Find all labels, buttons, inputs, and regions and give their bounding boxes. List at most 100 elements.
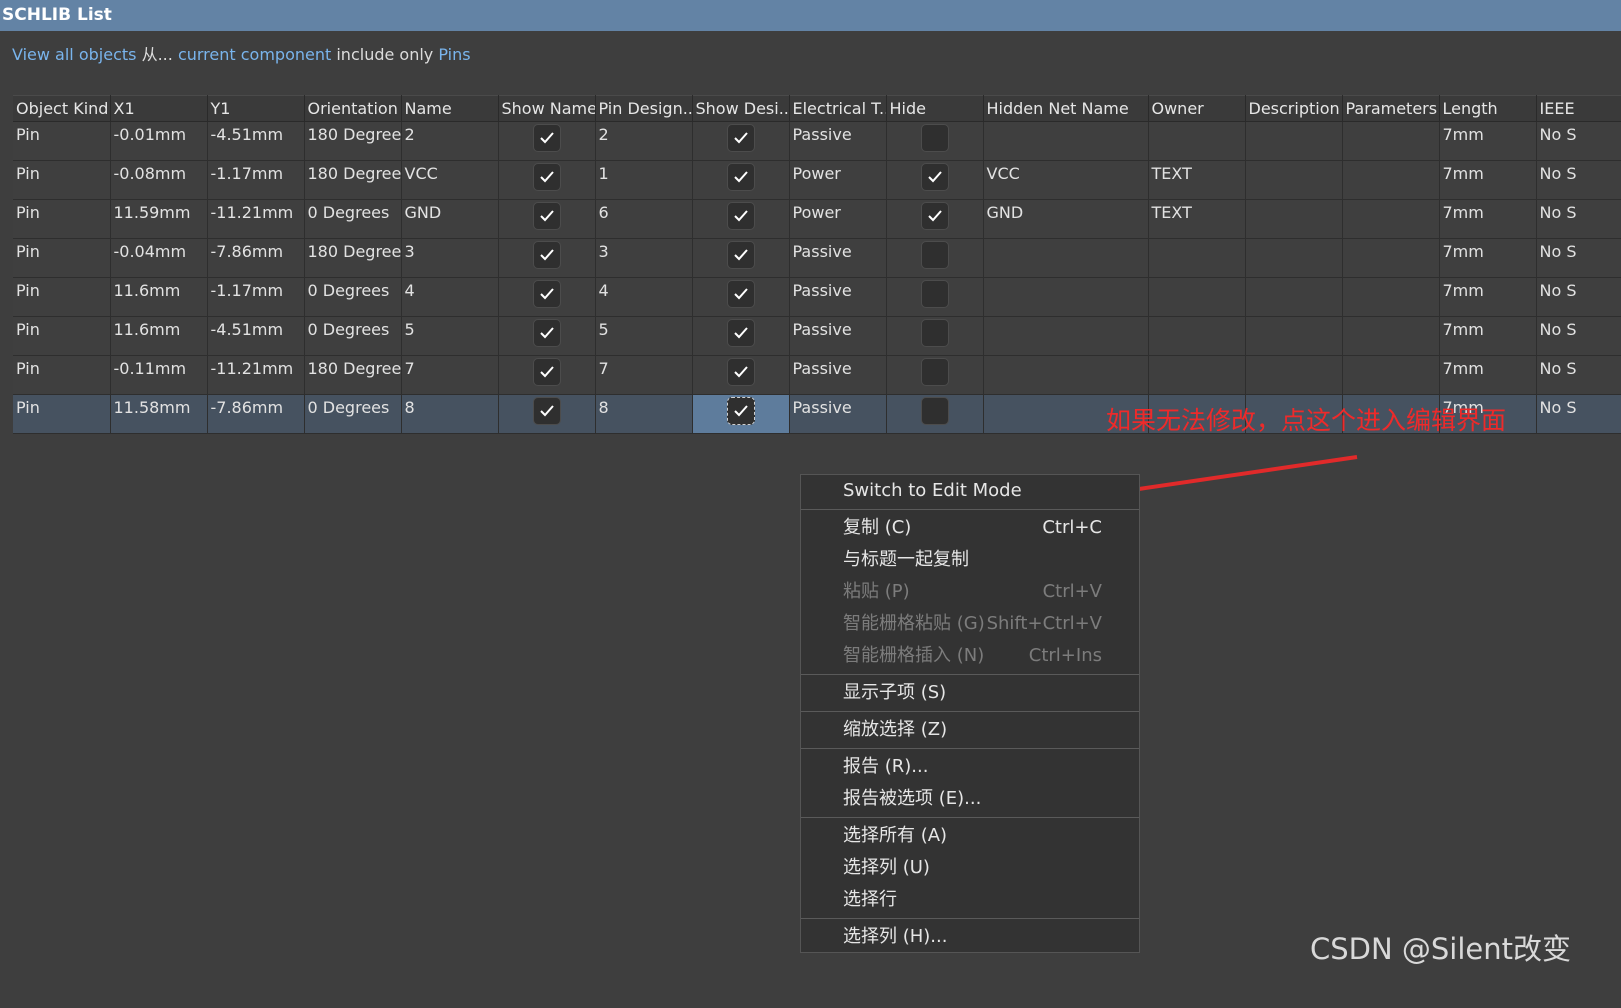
- cell-name[interactable]: VCC: [401, 160, 499, 200]
- checkbox[interactable]: [726, 358, 755, 386]
- column-header[interactable]: Electrical T...: [789, 95, 887, 122]
- menu-item[interactable]: 选择所有 (A): [801, 820, 1139, 852]
- checkbox[interactable]: [532, 280, 561, 308]
- cell-x1[interactable]: -0.01mm: [110, 121, 208, 161]
- checkbox[interactable]: [920, 124, 949, 152]
- cell-ieee[interactable]: No S: [1536, 121, 1621, 161]
- cell-description[interactable]: [1245, 316, 1343, 356]
- menu-item[interactable]: Switch to Edit Mode: [801, 475, 1139, 507]
- cell-show-name[interactable]: [498, 355, 596, 395]
- cell-owner[interactable]: [1148, 355, 1246, 395]
- cell-electrical[interactable]: Passive: [789, 394, 887, 434]
- cell-parameters[interactable]: [1342, 199, 1440, 239]
- cell-hide[interactable]: [886, 355, 984, 395]
- cell-length[interactable]: 7mm: [1439, 121, 1537, 161]
- cell-ieee[interactable]: No S: [1536, 160, 1621, 200]
- cell-kind[interactable]: Pin: [13, 394, 111, 434]
- cell-electrical[interactable]: Power: [789, 160, 887, 200]
- cell-show-name[interactable]: [498, 394, 596, 434]
- cell-kind[interactable]: Pin: [13, 238, 111, 278]
- column-header[interactable]: Name: [401, 95, 499, 122]
- cell-show-designator[interactable]: [692, 199, 790, 239]
- checkbox[interactable]: [532, 319, 561, 347]
- cell-parameters[interactable]: [1342, 121, 1440, 161]
- cell-description[interactable]: [1245, 121, 1343, 161]
- table-row[interactable]: Pin -0.11mm -11.21mm 180 Degrees 7 7 Passive 7m…: [13, 355, 1621, 395]
- cell-designator[interactable]: 6: [595, 199, 693, 239]
- menu-item[interactable]: 选择列 (H)...: [801, 921, 1139, 953]
- cell-y1[interactable]: -4.51mm: [207, 316, 305, 356]
- cell-show-name[interactable]: [498, 199, 596, 239]
- table-row[interactable]: Pin -0.01mm -4.51mm 180 Degrees 2 2 Passive 7mm…: [13, 121, 1621, 161]
- cell-designator[interactable]: 5: [595, 316, 693, 356]
- menu-item[interactable]: 复制 (C) Ctrl+C: [801, 512, 1139, 544]
- cell-hide[interactable]: [886, 316, 984, 356]
- cell-ieee[interactable]: No S: [1536, 238, 1621, 278]
- column-header[interactable]: Length: [1439, 95, 1537, 122]
- checkbox[interactable]: [532, 241, 561, 269]
- checkbox[interactable]: [920, 202, 949, 230]
- column-header[interactable]: Object Kind: [13, 95, 111, 122]
- checkbox[interactable]: [920, 280, 949, 308]
- cell-x1[interactable]: -0.08mm: [110, 160, 208, 200]
- cell-y1[interactable]: -7.86mm: [207, 238, 305, 278]
- cell-parameters[interactable]: [1342, 160, 1440, 200]
- cell-description[interactable]: [1245, 160, 1343, 200]
- cell-show-name[interactable]: [498, 316, 596, 356]
- cell-length[interactable]: 7mm: [1439, 277, 1537, 317]
- cell-ieee[interactable]: No S: [1536, 394, 1621, 434]
- checkbox[interactable]: [726, 241, 755, 269]
- checkbox[interactable]: [920, 163, 949, 191]
- scope-link[interactable]: current component: [178, 45, 331, 64]
- column-header[interactable]: Show Desi...: [692, 95, 790, 122]
- cell-hidden-net[interactable]: [983, 355, 1149, 395]
- cell-orientation[interactable]: 180 Degrees: [304, 238, 402, 278]
- table-row[interactable]: Pin 11.6mm -1.17mm 0 Degrees 4 4 Passive 7mm No …: [13, 277, 1621, 317]
- cell-parameters[interactable]: [1342, 355, 1440, 395]
- cell-length[interactable]: 7mm: [1439, 238, 1537, 278]
- cell-parameters[interactable]: [1342, 316, 1440, 356]
- cell-electrical[interactable]: Passive: [789, 277, 887, 317]
- cell-show-name[interactable]: [498, 121, 596, 161]
- menu-item[interactable]: 选择行: [801, 884, 1139, 916]
- cell-y1[interactable]: -7.86mm: [207, 394, 305, 434]
- cell-designator[interactable]: 3: [595, 238, 693, 278]
- cell-electrical[interactable]: Passive: [789, 316, 887, 356]
- cell-parameters[interactable]: [1342, 277, 1440, 317]
- cell-name[interactable]: 8: [401, 394, 499, 434]
- column-header[interactable]: IEEE: [1536, 95, 1621, 122]
- cell-show-name[interactable]: [498, 238, 596, 278]
- cell-kind[interactable]: Pin: [13, 316, 111, 356]
- menu-item[interactable]: 显示子项 (S): [801, 677, 1139, 709]
- cell-electrical[interactable]: Passive: [789, 355, 887, 395]
- cell-x1[interactable]: -0.04mm: [110, 238, 208, 278]
- cell-y1[interactable]: -1.17mm: [207, 277, 305, 317]
- cell-show-name[interactable]: [498, 277, 596, 317]
- cell-orientation[interactable]: 0 Degrees: [304, 316, 402, 356]
- cell-name[interactable]: 7: [401, 355, 499, 395]
- cell-x1[interactable]: 11.59mm: [110, 199, 208, 239]
- cell-show-designator[interactable]: [692, 316, 790, 356]
- cell-description[interactable]: [1245, 238, 1343, 278]
- cell-description[interactable]: [1245, 277, 1343, 317]
- column-header[interactable]: Hide: [886, 95, 984, 122]
- menu-item[interactable]: 选择列 (U): [801, 852, 1139, 884]
- menu-item[interactable]: 报告 (R)...: [801, 751, 1139, 783]
- cell-x1[interactable]: 11.6mm: [110, 277, 208, 317]
- table-row[interactable]: Pin 11.59mm -11.21mm 0 Degrees GND 6 Power GND T…: [13, 199, 1621, 239]
- cell-hide[interactable]: [886, 160, 984, 200]
- cell-owner[interactable]: [1148, 238, 1246, 278]
- cell-designator[interactable]: 1: [595, 160, 693, 200]
- cell-hide[interactable]: [886, 238, 984, 278]
- cell-owner[interactable]: [1148, 316, 1246, 356]
- cell-orientation[interactable]: 180 Degrees: [304, 160, 402, 200]
- cell-parameters[interactable]: [1342, 238, 1440, 278]
- cell-hidden-net[interactable]: [983, 121, 1149, 161]
- column-header[interactable]: Pin Design...: [595, 95, 693, 122]
- cell-kind[interactable]: Pin: [13, 355, 111, 395]
- view-all-objects-link[interactable]: View all objects: [12, 45, 136, 64]
- cell-designator[interactable]: 8: [595, 394, 693, 434]
- cell-hide[interactable]: [886, 394, 984, 434]
- cell-owner[interactable]: TEXT: [1148, 160, 1246, 200]
- cell-show-designator[interactable]: [692, 160, 790, 200]
